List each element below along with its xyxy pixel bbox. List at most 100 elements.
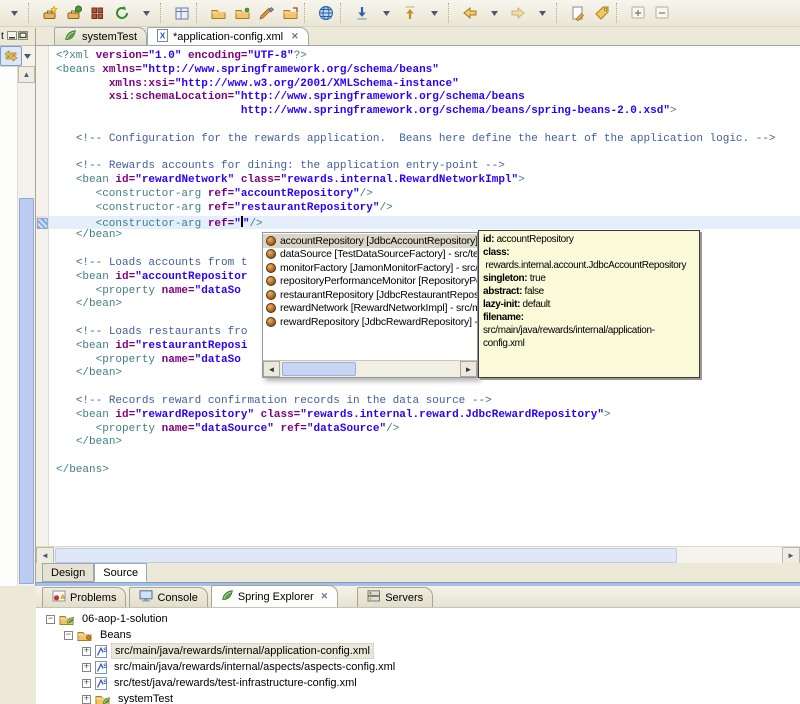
web-globe-icon[interactable] [314, 2, 338, 24]
link-with-editor-button[interactable] [0, 46, 22, 66]
code-line[interactable] [56, 381, 800, 395]
scroll-right-icon[interactable]: ► [782, 546, 800, 564]
code-line[interactable] [56, 147, 800, 161]
completion-item[interactable]: monitorFactory [JamonMonitorFactory] - s… [263, 261, 477, 275]
scroll-left-icon[interactable]: ◄ [36, 546, 54, 564]
completion-item[interactable]: rewardNetwork [RewardNetworkImpl] - src/… [263, 302, 477, 316]
file-xml-page-icon: X [157, 28, 169, 45]
caret-icon[interactable] [134, 2, 158, 24]
code-line[interactable]: <bean id="rewardRepository" class="rewar… [56, 409, 800, 423]
show-table-icon[interactable] [170, 2, 194, 24]
new-class-wizard-icon[interactable] [62, 2, 86, 24]
caret-icon[interactable] [374, 2, 398, 24]
tree-row[interactable]: + Ssrc/test/java/rewards/test-infrastruct… [36, 675, 800, 691]
code-line[interactable]: <constructor-arg ref=" "/> [56, 215, 800, 230]
editor-horizontal-scrollbar[interactable]: ◄ ► [36, 546, 800, 564]
spring-bean-icon [266, 235, 276, 246]
code-line[interactable]: http://www.springframework.org/schema/be… [56, 105, 800, 119]
completion-item[interactable]: rewardRepository [JdbcRewardRepository] … [263, 315, 477, 329]
down-annot-icon[interactable] [350, 2, 374, 24]
completion-item-label: repositoryPerformanceMonitor [Repository… [280, 275, 477, 288]
tooltip-field: id: accountRepository [483, 234, 574, 245]
code-line[interactable] [56, 450, 800, 464]
code-line[interactable]: <?xml version="1.0" encoding="UTF-8"?> [56, 50, 800, 64]
maximize-icon[interactable] [17, 30, 28, 43]
spring-bean-icon [266, 303, 276, 314]
code-line[interactable]: <constructor-arg ref="restaurantReposito… [56, 202, 800, 216]
tree-row[interactable]: − Beans [36, 627, 800, 643]
scrollbar-thumb[interactable] [55, 547, 677, 563]
expand-box-icon[interactable]: + [82, 662, 91, 672]
open-folder-icon[interactable] [206, 2, 230, 24]
tree-row[interactable]: + Ssrc/main/java/rewards/internal/aspects… [36, 659, 800, 675]
code-line[interactable]: <!-- Rewards accounts for dining: the ap… [56, 160, 800, 174]
paintbrush-icon[interactable] [254, 2, 278, 24]
code-line[interactable]: <constructor-arg ref="accountRepository"… [56, 188, 800, 202]
code-line[interactable] [56, 119, 800, 133]
close-icon[interactable]: ✕ [321, 591, 329, 602]
code-line[interactable]: <property name="dataSource" ref="dataSou… [56, 423, 800, 437]
up-annot-icon[interactable] [398, 2, 422, 24]
code-line[interactable]: </bean> [56, 436, 800, 450]
new-wizard-icon[interactable] [38, 2, 62, 24]
overflow-caret-icon[interactable] [2, 2, 26, 24]
editor-tab-systemtest[interactable]: systemTest [54, 27, 148, 45]
back-arrow-icon[interactable] [458, 2, 482, 24]
code-line[interactable]: <!-- Configuration for the rewards appli… [56, 133, 800, 147]
collapse-all-icon[interactable] [650, 2, 674, 24]
code-line[interactable]: <!-- Records reward confirmation records… [56, 395, 800, 409]
annotation-ruler[interactable] [36, 46, 49, 546]
strip-vertical-scrollbar[interactable]: ▲ [17, 66, 35, 586]
xml-editor[interactable]: <?xml version="1.0" encoding="UTF-8"?> <b… [36, 46, 800, 546]
toolbar-separator [556, 3, 563, 23]
panel-tab-problems[interactable]: Problems [42, 587, 127, 607]
tooltip-field: filename: src/main/java/rewards/internal… [483, 312, 655, 349]
code-line[interactable]: <beans xmlns="http://www.springframework… [56, 64, 800, 78]
strip-toolbar [0, 46, 35, 67]
new-grid-icon[interactable] [86, 2, 110, 24]
minimize-icon[interactable] [6, 30, 17, 43]
panel-tab-spring-explorer[interactable]: Spring Explorer ✕ [210, 585, 339, 607]
panel-tab-console[interactable]: Console [129, 587, 208, 607]
collapse-box-icon[interactable]: − [64, 630, 73, 640]
scroll-left-icon[interactable]: ◄ [263, 361, 280, 377]
caret-icon[interactable] [530, 2, 554, 24]
expand-box-icon[interactable]: + [82, 694, 91, 704]
scrollbar-thumb[interactable] [282, 362, 356, 376]
collapse-box-icon[interactable]: − [46, 614, 55, 624]
popup-horizontal-scrollbar[interactable]: ◄ ► [263, 360, 477, 377]
tab-design[interactable]: Design [42, 563, 95, 582]
completion-item-label: monitorFactory [JamonMonitorFactory] - s… [280, 261, 477, 274]
close-icon[interactable]: ✕ [291, 31, 299, 42]
tree-row[interactable]: + Ssrc/main/java/rewards/internal/applica… [36, 643, 800, 659]
tree-item-label: src/test/java/rewards/test-infrastructur… [114, 677, 357, 689]
tab-source[interactable]: Source [94, 563, 148, 582]
goto-tag-icon[interactable] [590, 2, 614, 24]
expand-all-icon[interactable] [626, 2, 650, 24]
panel-tab-servers[interactable]: Servers [357, 587, 434, 607]
completion-item[interactable]: restaurantRepository [JdbcRestaurantRepo… [263, 288, 477, 302]
open-folder2-icon[interactable] [230, 2, 254, 24]
completion-item[interactable]: accountRepository [JdbcAccountRepository… [263, 234, 477, 248]
expand-box-icon[interactable]: + [82, 678, 91, 688]
code-line[interactable]: xmlns:xsi="http://www.w3.org/2001/XMLSch… [56, 78, 800, 92]
code-line[interactable]: <bean id="rewardNetwork" class="rewards.… [56, 174, 800, 188]
caret-icon[interactable] [422, 2, 446, 24]
refresh-green-icon[interactable] [110, 2, 134, 24]
caret-icon[interactable] [482, 2, 506, 24]
view-menu-caret-icon[interactable] [22, 53, 32, 59]
forward-arrow-icon[interactable] [506, 2, 530, 24]
last-edit-icon[interactable] [566, 2, 590, 24]
expand-box-icon[interactable]: + [82, 646, 91, 656]
scroll-right-icon[interactable]: ► [460, 361, 477, 377]
code-line[interactable]: xsi:schemaLocation="http://www.springfra… [56, 91, 800, 105]
scrollbar-thumb[interactable] [19, 198, 34, 584]
tree-row[interactable]: − 06-aop-1-solution [36, 611, 800, 627]
editor-tab--application-config-xml[interactable]: X *application-config.xml ✕ [147, 27, 309, 45]
completion-item[interactable]: repositoryPerformanceMonitor [Repository… [263, 275, 477, 289]
scroll-up-icon[interactable]: ▲ [18, 66, 35, 83]
code-line[interactable]: </beans> [56, 464, 800, 478]
tree-row[interactable]: + systemTest [36, 691, 800, 704]
completion-item[interactable]: dataSource [TestDataSourceFactory] - src… [263, 248, 477, 262]
open-folder3-icon[interactable] [278, 2, 302, 24]
